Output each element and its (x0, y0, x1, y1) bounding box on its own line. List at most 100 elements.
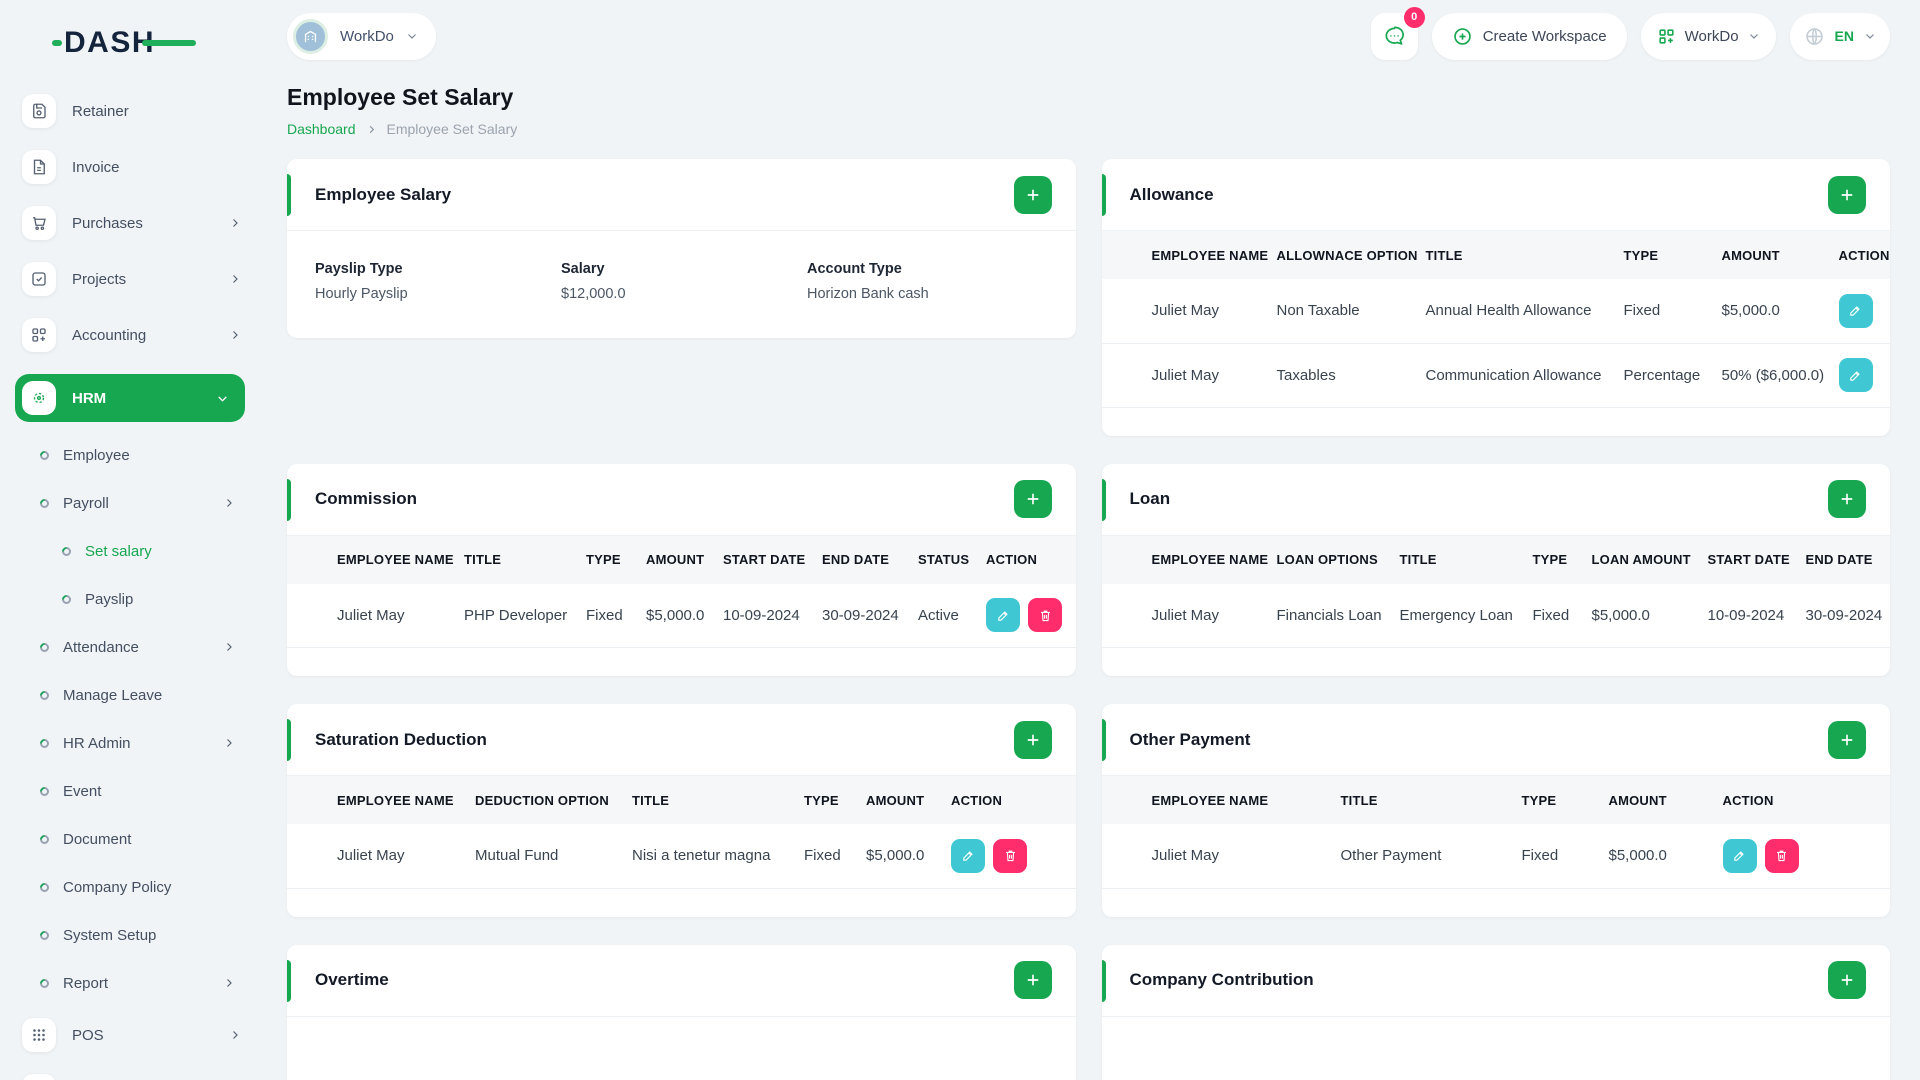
plus-circle-icon (1452, 26, 1473, 47)
sidebar-item-label: System Setup (63, 926, 157, 944)
sidebar-item-report[interactable]: Report (22, 970, 241, 996)
sidebar-item-projects[interactable]: Projects (22, 262, 241, 296)
column-header: AMOUNT (1608, 776, 1723, 824)
add-allowance-button[interactable] (1828, 175, 1866, 214)
add-overtime-button[interactable] (1013, 961, 1052, 999)
bullet-icon (38, 448, 51, 462)
crm-icon (22, 1074, 56, 1080)
column-header: AMOUNT (866, 776, 951, 824)
sidebar-item-payroll[interactable]: Payroll (22, 490, 241, 516)
sidebar-item-purchases[interactable]: Purchases (22, 206, 241, 240)
table-header-row: EMPLOYEE NAME TITLE TYPE AMOUNT START DA… (287, 535, 1076, 584)
cell: Non Taxable (1276, 279, 1426, 344)
card-title: Commission (315, 489, 418, 508)
bullet-icon (38, 736, 51, 750)
add-employee-salary-button[interactable] (1013, 175, 1052, 214)
field-label: Payslip Type (315, 261, 403, 277)
column-header: EMPLOYEE NAME (1101, 535, 1277, 584)
create-workspace-button[interactable]: Create Workspace (1431, 12, 1627, 60)
sidebar-item-label: Manage Leave (63, 686, 163, 704)
cell: Juliet May (287, 824, 475, 889)
chevron-down-icon (216, 392, 229, 405)
topbar: WorkDo 0 Create Workspace WorkDo EN (257, 0, 1920, 72)
column-header: TITLE (1340, 776, 1522, 824)
sidebar-item-set-salary[interactable]: Set salary (22, 538, 241, 564)
table-row: Juliet May Mutual Fund Nisi a tenetur ma… (287, 824, 1076, 889)
bullet-icon (38, 832, 51, 846)
sidebar-item-hr-admin[interactable]: HR Admin (22, 730, 241, 756)
field-payslip-type: Payslip Type Hourly Payslip (315, 261, 561, 302)
edit-button[interactable] (986, 598, 1020, 633)
sidebar-item-company-policy[interactable]: Company Policy (22, 874, 241, 900)
cell: Percentage (1623, 343, 1722, 408)
breadcrumb-dashboard-link[interactable]: Dashboard (287, 121, 356, 137)
sidebar-item-label: Purchases (72, 214, 143, 232)
cell: Nisi a tenetur magna (632, 824, 804, 889)
column-header: TYPE (804, 776, 866, 824)
sidebar-item-attendance[interactable]: Attendance (22, 634, 241, 660)
cell: $5,000.0 (1721, 279, 1839, 344)
cell: Taxables (1276, 343, 1426, 408)
sidebar-item-event[interactable]: Event (22, 778, 241, 804)
sidebar-item-document[interactable]: Document (22, 826, 241, 852)
add-commission-button[interactable] (1013, 480, 1052, 518)
bullet-icon (38, 688, 51, 702)
employee-salary-card: Employee Salary Payslip Type Hourly Pays… (287, 159, 1076, 338)
delete-button[interactable] (1028, 598, 1062, 633)
column-header: LOAN OPTIONS (1276, 535, 1400, 584)
table-row: Juliet May Other Payment Fixed $5,000.0 (1101, 824, 1890, 889)
sidebar-item-accounting[interactable]: Accounting (22, 318, 241, 352)
delete-button[interactable] (1764, 838, 1799, 873)
employee-salary-fields: Payslip Type Hourly Payslip Salary $12,0… (287, 231, 1076, 338)
brand-logo[interactable]: DASH (52, 26, 196, 59)
add-saturation-deduction-button[interactable] (1013, 720, 1052, 759)
column-header: LOAN AMOUNT (1591, 535, 1708, 584)
field-label: Account Type (807, 261, 902, 277)
sidebar-item-pos[interactable]: POS (22, 1018, 241, 1052)
sidebar-item-system-setup[interactable]: System Setup (22, 922, 241, 948)
sidebar-item-payslip[interactable]: Payslip (22, 586, 241, 612)
cell: Fixed (804, 824, 866, 889)
allowance-table: EMPLOYEE NAME ALLOWNACE OPTION TITLE TYP… (1101, 231, 1890, 408)
column-header: ACTION (1838, 231, 1890, 279)
table-header-row: EMPLOYEE NAME TITLE TYPE AMOUNT ACTION (1101, 776, 1890, 824)
sidebar-item-hrm[interactable]: HRM (15, 374, 245, 422)
field-value: $12,000.0 (561, 286, 626, 302)
sidebar-item-manage-leave[interactable]: Manage Leave (22, 682, 241, 708)
sidebar-item-crm[interactable]: CRM (22, 1074, 241, 1080)
column-header: START DATE (723, 535, 822, 584)
sidebar-item-label: Attendance (63, 638, 139, 656)
edit-button[interactable] (1838, 293, 1873, 328)
edit-button[interactable] (1722, 838, 1757, 873)
language-selector[interactable]: EN (1789, 12, 1890, 60)
edit-button[interactable] (951, 838, 985, 873)
add-other-payment-button[interactable] (1828, 720, 1866, 759)
sidebar-item-label: Invoice (72, 158, 120, 176)
sidebar-nav: Retainer Invoice Purchases Projects Acco… (0, 94, 257, 1080)
workdo-apps-menu[interactable]: WorkDo (1640, 12, 1776, 60)
add-company-contribution-button[interactable] (1828, 961, 1866, 999)
delete-button[interactable] (993, 838, 1027, 873)
table-row: Juliet May PHP Developer Fixed $5,000.0 … (287, 583, 1076, 648)
status-text: Active (918, 583, 986, 648)
bullet-icon (38, 784, 51, 798)
edit-button[interactable] (1838, 358, 1873, 392)
sidebar-item-label: Retainer (72, 102, 129, 120)
workspace-avatar (293, 18, 328, 54)
workspace-name: WorkDo (340, 27, 394, 45)
column-header: TYPE (1623, 231, 1722, 279)
allowance-card: Allowance EMPLOYEE NAME ALLOWNACE OPTION… (1101, 159, 1890, 436)
sidebar-item-employee[interactable]: Employee (22, 442, 241, 468)
sidebar-item-invoice[interactable]: Invoice (22, 150, 241, 184)
workspace-selector[interactable]: WorkDo (287, 12, 436, 60)
cell: $5,000.0 (1591, 583, 1708, 648)
cell: Juliet May (1101, 279, 1277, 344)
cell: Fixed (1623, 279, 1722, 344)
bullet-icon (60, 544, 73, 558)
chevron-right-icon (229, 273, 241, 285)
column-header: START DATE (1707, 535, 1806, 584)
messages-button[interactable]: 0 (1370, 6, 1425, 60)
sidebar-item-retainer[interactable]: Retainer (22, 94, 241, 128)
add-loan-button[interactable] (1828, 480, 1866, 518)
cell: 30-09-2024 (822, 583, 918, 648)
